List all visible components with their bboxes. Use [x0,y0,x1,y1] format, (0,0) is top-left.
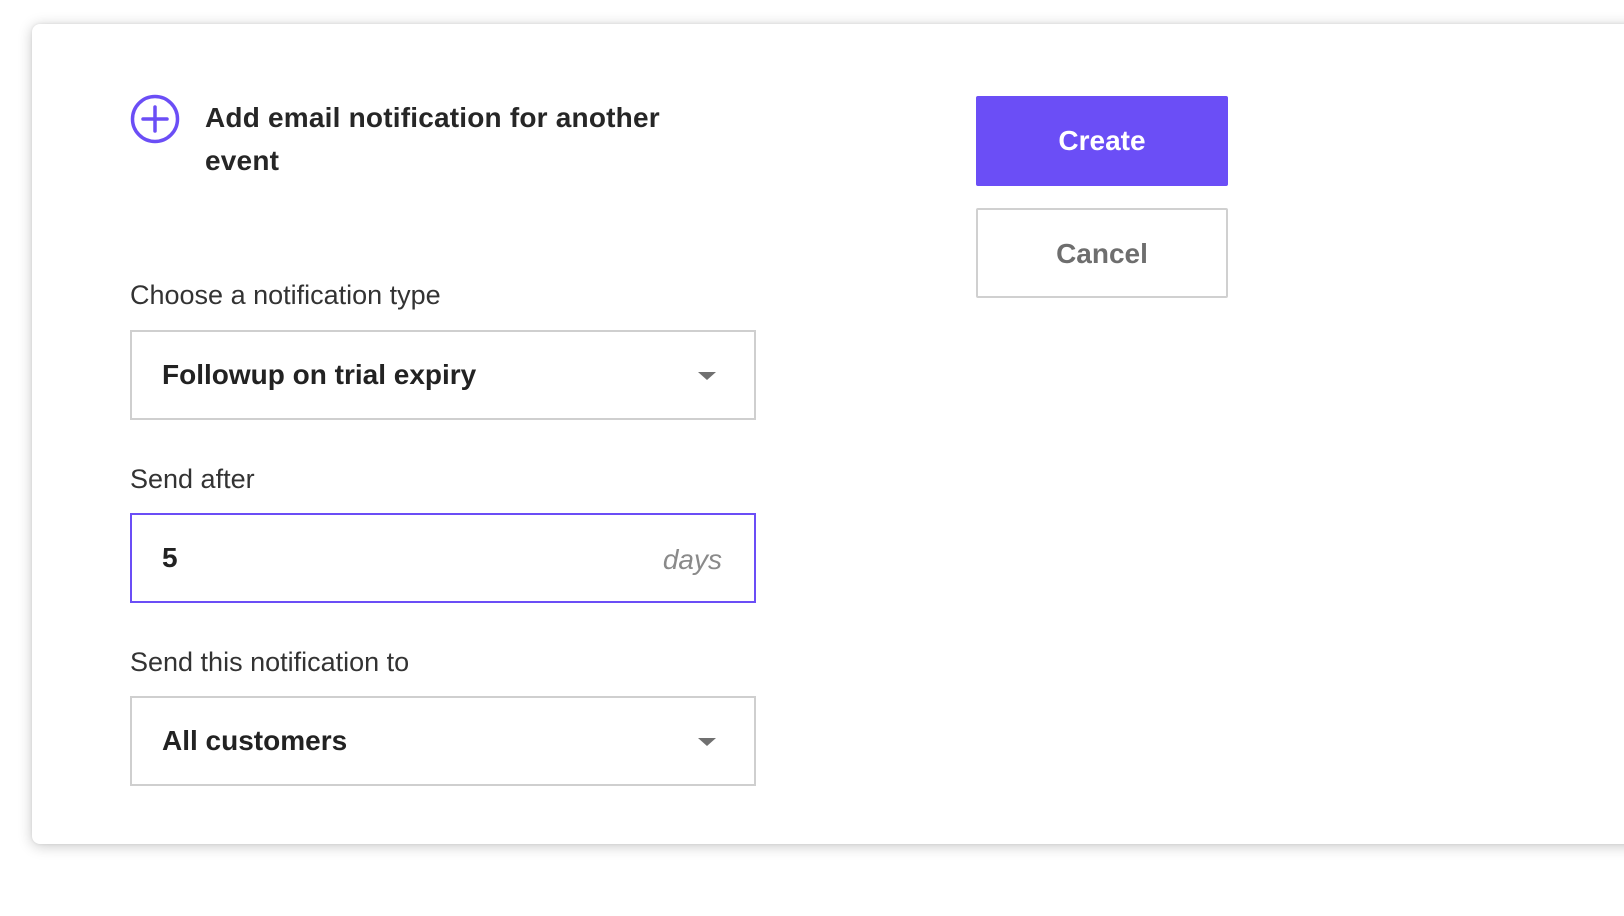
notification-type-label: Choose a notification type [130,280,441,310]
notification-form-card: Add email notification for another event… [32,24,1624,844]
cancel-button[interactable]: Cancel [976,208,1228,298]
add-notification-label: Add email notification for another event [205,102,660,176]
create-button[interactable]: Create [976,96,1228,186]
add-notification-link[interactable]: Add email notification for another event [130,94,690,182]
notification-type-value: Followup on trial expiry [162,359,477,390]
chevron-down-icon [698,372,716,380]
notification-type-select[interactable]: Followup on trial expiry [130,330,756,420]
send-after-label: Send after [130,464,255,494]
send-after-unit: days [662,544,722,575]
send-after-input[interactable]: 5 days [130,513,756,603]
send-after-value: 5 [162,542,178,573]
plus-circle-icon [130,94,180,144]
recipients-select[interactable]: All customers [130,696,756,786]
recipients-value: All customers [162,725,348,756]
chevron-down-icon [698,738,716,746]
recipients-label: Send this notification to [130,647,410,677]
